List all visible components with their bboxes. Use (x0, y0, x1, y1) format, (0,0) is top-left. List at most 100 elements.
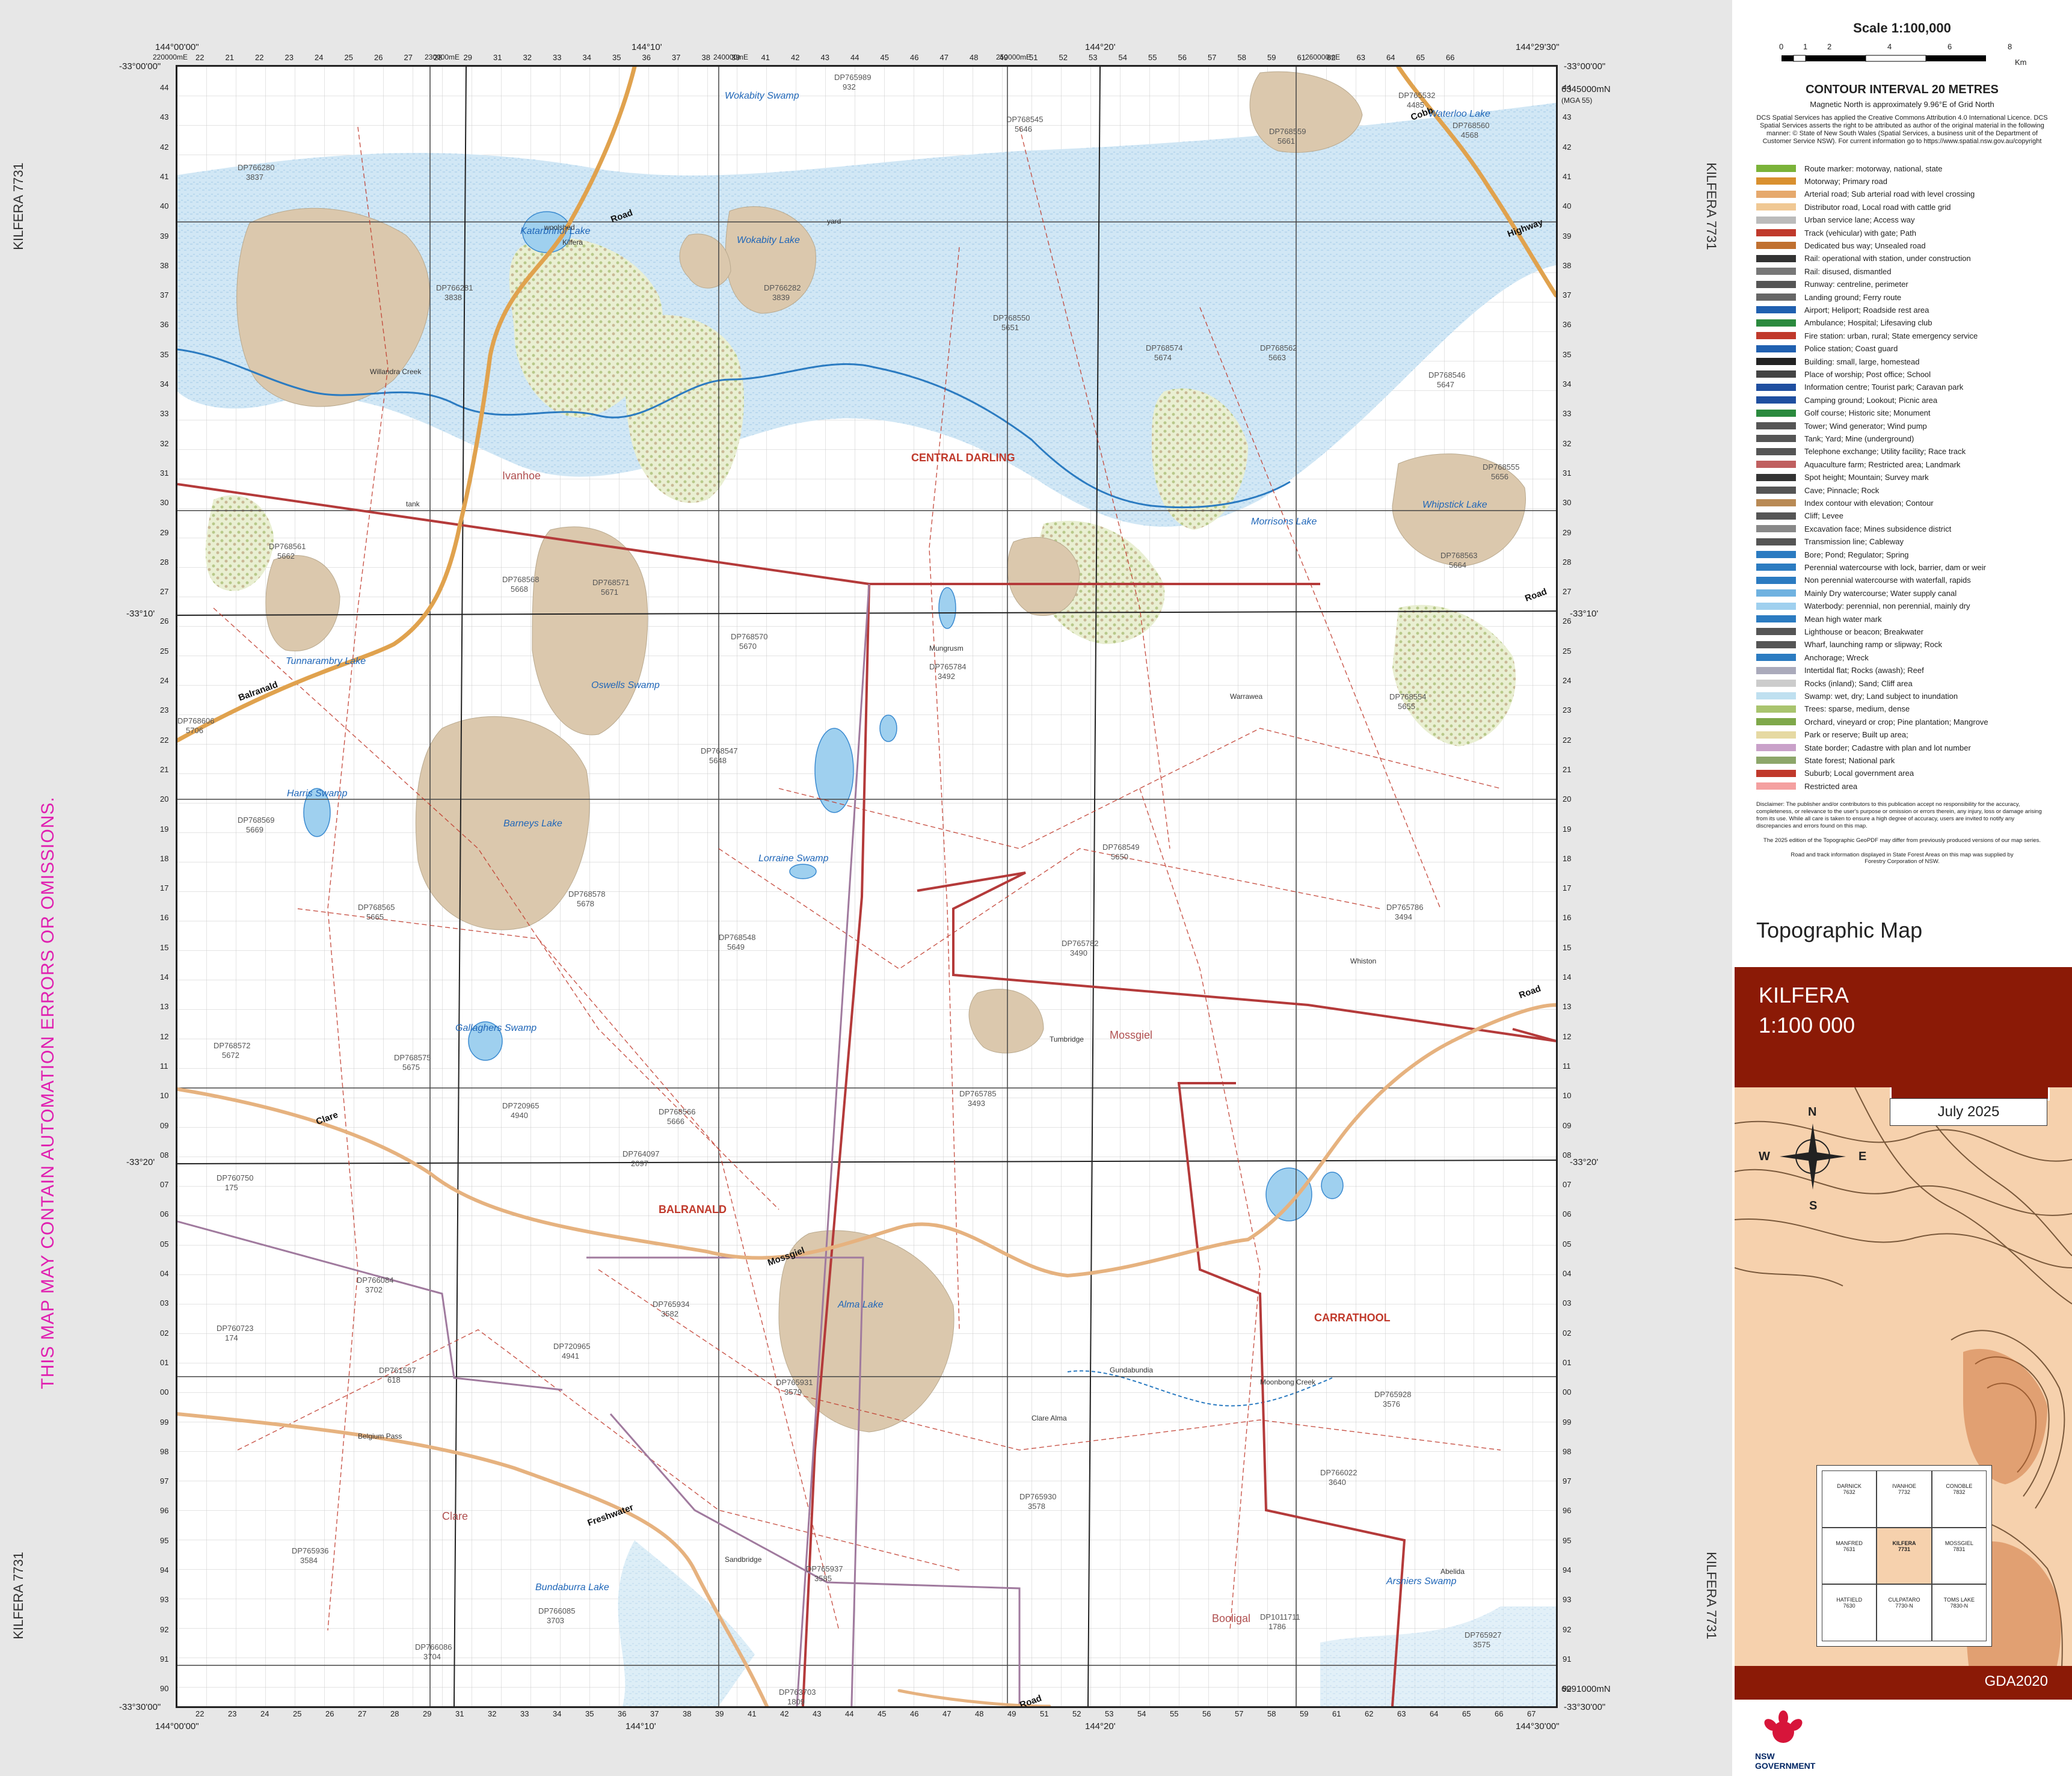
legend-label: Tower; Wind generator; Wind pump (1804, 421, 1927, 431)
legend-item: Camping ground; Lookout; Picnic area (1756, 394, 1937, 406)
grid-easting-bottom: 22 (195, 1709, 204, 1718)
legend-symbol (1756, 628, 1796, 636)
legend-item: Airport; Heliport; Roadside rest area (1756, 304, 1929, 316)
legend-symbol (1756, 396, 1796, 404)
grid-northing-right: 05 (1563, 1239, 1572, 1249)
lot-number: 3704 (423, 1652, 441, 1661)
legend-label: Suburb; Local government area (1804, 769, 1914, 778)
legend-symbol (1756, 757, 1796, 764)
legend-label: Aquaculture farm; Restricted area; Landm… (1804, 459, 1961, 469)
index-cell-number: 7830-N (1950, 1603, 1969, 1609)
lot-number: 5678 (577, 899, 594, 908)
grid-easting-top: 42 (791, 53, 800, 62)
legend-item: Urban service lane; Access way (1756, 214, 1915, 226)
legend-item: Cliff; Levee (1756, 510, 1843, 522)
coord-right-mid1: -33°10' (1570, 609, 1599, 619)
grid-northing-right: 40 (1563, 201, 1572, 211)
legend-symbol (1756, 358, 1796, 365)
grid-easting-top: 44 (850, 53, 859, 62)
legend-item: Place of worship; Post office; School (1756, 368, 1931, 380)
grid-northing-right: 13 (1563, 1002, 1572, 1012)
legend-symbol (1756, 332, 1796, 340)
lot-number: 3838 (444, 293, 462, 302)
legend-label: Ambulance; Hospital; Lifesaving club (1804, 318, 1932, 328)
legend-label: State border; Cadastre with plan and lot… (1804, 743, 1971, 752)
index-diagram: DARNICK 7632 IVANHOE 7732 CONOBLE 7832 MANFRED… (1816, 1465, 1992, 1647)
grid-northing-left: 22 (160, 735, 169, 745)
lot-label: DP765931 (776, 1378, 813, 1387)
lot-label: DP766086 (415, 1642, 452, 1652)
compass-s: S (1809, 1199, 1818, 1212)
lot-number: 5648 (709, 756, 727, 765)
legend-label: Police station; Coast guard (1804, 344, 1898, 354)
grid-northing-left: 03 (160, 1298, 169, 1308)
lot-number: 3839 (772, 293, 790, 302)
grid-northing-right: 08 (1563, 1150, 1572, 1160)
grid-easting-top: 23 (284, 53, 294, 62)
northing-mga: (MGA 55) (1561, 96, 1593, 105)
legend-symbol (1756, 705, 1796, 713)
index-cell: TOMS LAKE 7830-N (1931, 1584, 1987, 1641)
lot-label: DP765930 (1019, 1492, 1057, 1501)
grid-easting-top: 55 (1148, 53, 1157, 62)
grid-easting-top: 39 (731, 53, 740, 62)
grid-northing-right: 98 (1563, 1446, 1572, 1456)
feature-label: Tumbridge (1050, 1035, 1084, 1043)
legend-label: Waterbody: perennial, non perennial, mai… (1804, 601, 1970, 611)
grid-easting-top: 65 (1416, 53, 1425, 62)
coord-top-right-lat: -33°00'00" (1564, 61, 1606, 72)
grid-northing-left: 00 (160, 1387, 169, 1397)
lot-number: 2097 (631, 1159, 648, 1168)
grid-northing-right: 27 (1563, 587, 1572, 597)
sheet-label-right-bottom: KILFERA 7731 (1703, 1552, 1719, 1639)
grid-northing-right: 92 (1563, 1624, 1572, 1634)
legend-item: Route marker: motorway, national, state (1756, 162, 1943, 174)
grid-northing-left: 07 (160, 1180, 169, 1190)
lot-label: DP768574 (1146, 343, 1183, 352)
index-cell: HATFIELD 7630 (1822, 1584, 1877, 1641)
lake-label: Barneys Lake (503, 819, 562, 829)
legend-label: Urban service lane; Access way (1804, 215, 1915, 225)
lot-label: DP768566 (659, 1107, 696, 1116)
grid-easting-bottom: 64 (1430, 1709, 1439, 1718)
grid-northing-right: 33 (1563, 409, 1572, 419)
lake-label: Waterloo Lake (1428, 109, 1490, 119)
legend-label: Airport; Heliport; Roadside rest area (1804, 305, 1929, 315)
lot-label: DP768546 (1428, 370, 1466, 379)
grid-northing-right: 95 (1563, 1535, 1572, 1545)
grid-easting-bottom: 58 (1267, 1709, 1276, 1718)
index-cell: MOSSGIEL 7831 (1931, 1527, 1987, 1585)
lot-label: DP765989 (834, 73, 872, 82)
grid-easting-bottom: 28 (390, 1709, 399, 1718)
pond-central-1 (814, 728, 854, 813)
grid-easting-bottom: 54 (1137, 1709, 1146, 1718)
legend-label: Restricted area (1804, 781, 1858, 791)
index-cell: CONOBLE 7832 (1931, 1470, 1987, 1528)
grid-easting-top: 51 (1029, 53, 1038, 62)
index-cell-name: HATFIELD (1836, 1597, 1863, 1603)
grid-northing-right: 15 (1563, 942, 1572, 952)
legend-label: Perennial watercourse with lock, barrier… (1804, 562, 1987, 572)
index-cell-number: 7732 (1898, 1489, 1910, 1495)
legend-label: Fire station: urban, rural; State emerge… (1804, 331, 1978, 340)
grid-northing-left: 93 (160, 1595, 169, 1605)
grid-easting-bottom: 34 (553, 1709, 562, 1718)
grid-northing-left: 18 (160, 853, 169, 863)
grid-northing-left: 31 (160, 468, 169, 478)
lot-number: 4940 (511, 1111, 528, 1120)
lot-number: 3703 (547, 1616, 564, 1625)
product-title: Topographic Map (1756, 918, 1923, 942)
map-frame[interactable]: Wokabity Swamp Waterloo Lake Katarbrinol L… (176, 65, 1558, 1708)
legend-symbol (1756, 589, 1796, 597)
legend-symbol (1756, 461, 1796, 469)
grid-northing-right: 35 (1563, 349, 1572, 359)
feature-label: Clare Alma (1031, 1414, 1067, 1422)
coord-left-mid1: -33°10' (126, 609, 155, 619)
grid-northing-left: 33 (160, 409, 169, 419)
grid-northing-right: 10 (1563, 1091, 1572, 1101)
legend-label: Wharf, launching ramp or slipway; Rock (1804, 640, 1943, 650)
lot-number: 5665 (366, 912, 384, 921)
legend-item: Waterbody: perennial, non perennial, mai… (1756, 600, 1970, 612)
legend-item: Motorway; Primary road (1756, 175, 1887, 187)
grid-easting-top: 34 (582, 53, 591, 62)
